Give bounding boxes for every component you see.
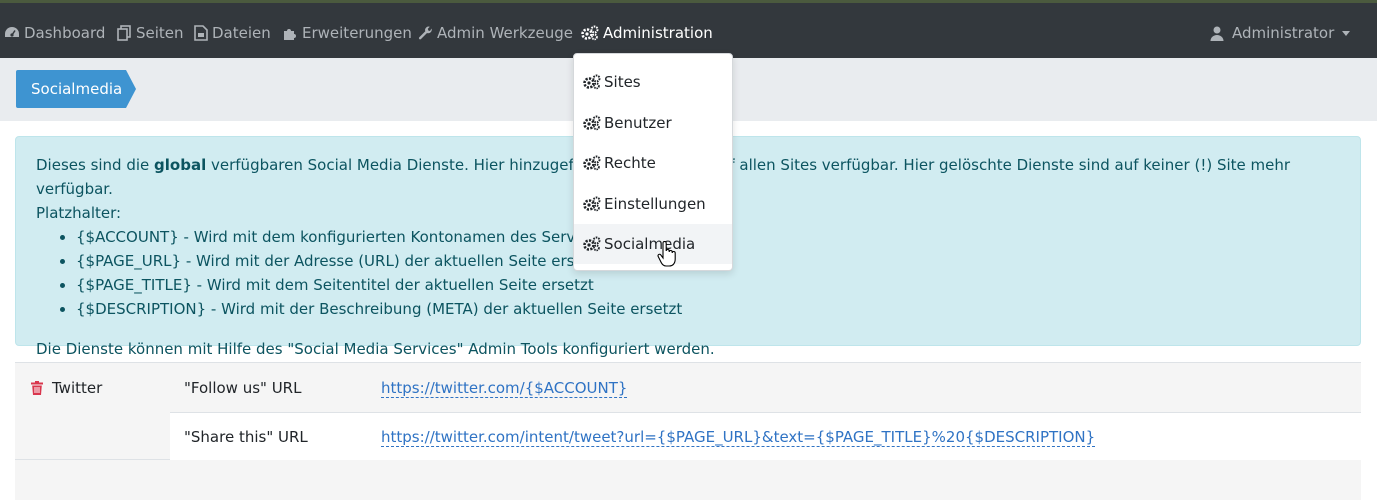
administration-dropdown: Sites Benutzer Rechte Einstellungen Soci… [573, 53, 733, 271]
menu-item-label: Benutzer [604, 114, 672, 132]
trash-icon[interactable] [31, 381, 43, 395]
list-item: {$PAGE_TITLE} - Wird mit dem Seitentitel… [76, 273, 1340, 297]
menu-item-label: Einstellungen [604, 195, 706, 213]
breadcrumb-item-socialmedia[interactable]: Socialmedia [16, 70, 136, 108]
user-icon [1210, 26, 1224, 41]
share-label: "Share this" URL [184, 428, 308, 446]
table-row: Twitter "Follow us" URL https://twitter.… [15, 362, 1361, 460]
intro-text: Dieses sind die [36, 156, 155, 174]
nav-administration[interactable]: Administration [581, 21, 713, 45]
gears-icon [581, 25, 599, 41]
nav-label: Admin Werkzeuge [437, 24, 573, 42]
nav-erweiterungen[interactable]: Erweiterungen [282, 21, 412, 45]
nav-label: Administration [603, 24, 713, 42]
follow-label: "Follow us" URL [184, 379, 302, 397]
user-name: Administrator [1232, 24, 1335, 42]
top-navbar: Dashboard Seiten Dateien Erweiterungen A… [0, 0, 1377, 58]
info-note: Die Dienste können mit Hilfe des "Social… [36, 340, 715, 358]
nav-label: Dashboard [24, 24, 106, 42]
menu-item-rechte[interactable]: Rechte [574, 143, 732, 183]
gears-icon [583, 236, 601, 252]
nav-admin-werkzeuge[interactable]: Admin Werkzeuge [418, 21, 573, 45]
share-url-link[interactable]: https://twitter.com/intent/tweet?url={$P… [381, 428, 1096, 447]
wrench-icon [418, 26, 432, 39]
nav-label: Seiten [136, 24, 184, 42]
menu-item-label: Socialmedia [604, 235, 696, 253]
service-name-cell: Twitter [31, 379, 102, 397]
menu-item-label: Rechte [604, 154, 656, 172]
pages-icon [117, 25, 131, 41]
gears-icon [583, 155, 601, 171]
menu-item-socialmedia[interactable]: Socialmedia [574, 224, 732, 264]
hand-cursor-icon [657, 241, 676, 267]
service-name: Twitter [52, 379, 103, 397]
intro-bold: global [154, 156, 207, 174]
breadcrumb-label: Socialmedia [31, 80, 123, 98]
row-divider [170, 412, 1361, 413]
dashboard-icon [5, 27, 19, 37]
puzzle-icon [284, 29, 296, 40]
nav-label: Dateien [212, 24, 271, 42]
gears-icon [583, 115, 601, 131]
follow-url-link[interactable]: https://twitter.com/{$ACCOUNT} [381, 379, 628, 398]
menu-item-benutzer[interactable]: Benutzer [574, 103, 732, 143]
menu-item-label: Sites [604, 73, 641, 91]
nav-dateien[interactable]: Dateien [194, 21, 271, 45]
files-icon [194, 25, 208, 41]
gears-icon [583, 196, 601, 212]
menu-item-sites[interactable]: Sites [574, 62, 732, 102]
user-menu[interactable]: Administrator [1210, 21, 1351, 45]
menu-item-einstellungen[interactable]: Einstellungen [574, 184, 732, 224]
gears-icon [583, 74, 601, 90]
nav-seiten[interactable]: Seiten [116, 21, 184, 45]
list-item: {$DESCRIPTION} - Wird mit der Beschreibu… [76, 297, 1340, 321]
table-row-next [15, 460, 1361, 500]
nav-dashboard[interactable]: Dashboard [4, 21, 105, 45]
caret-down-icon [1342, 30, 1351, 36]
nav-label: Erweiterungen [302, 24, 412, 42]
